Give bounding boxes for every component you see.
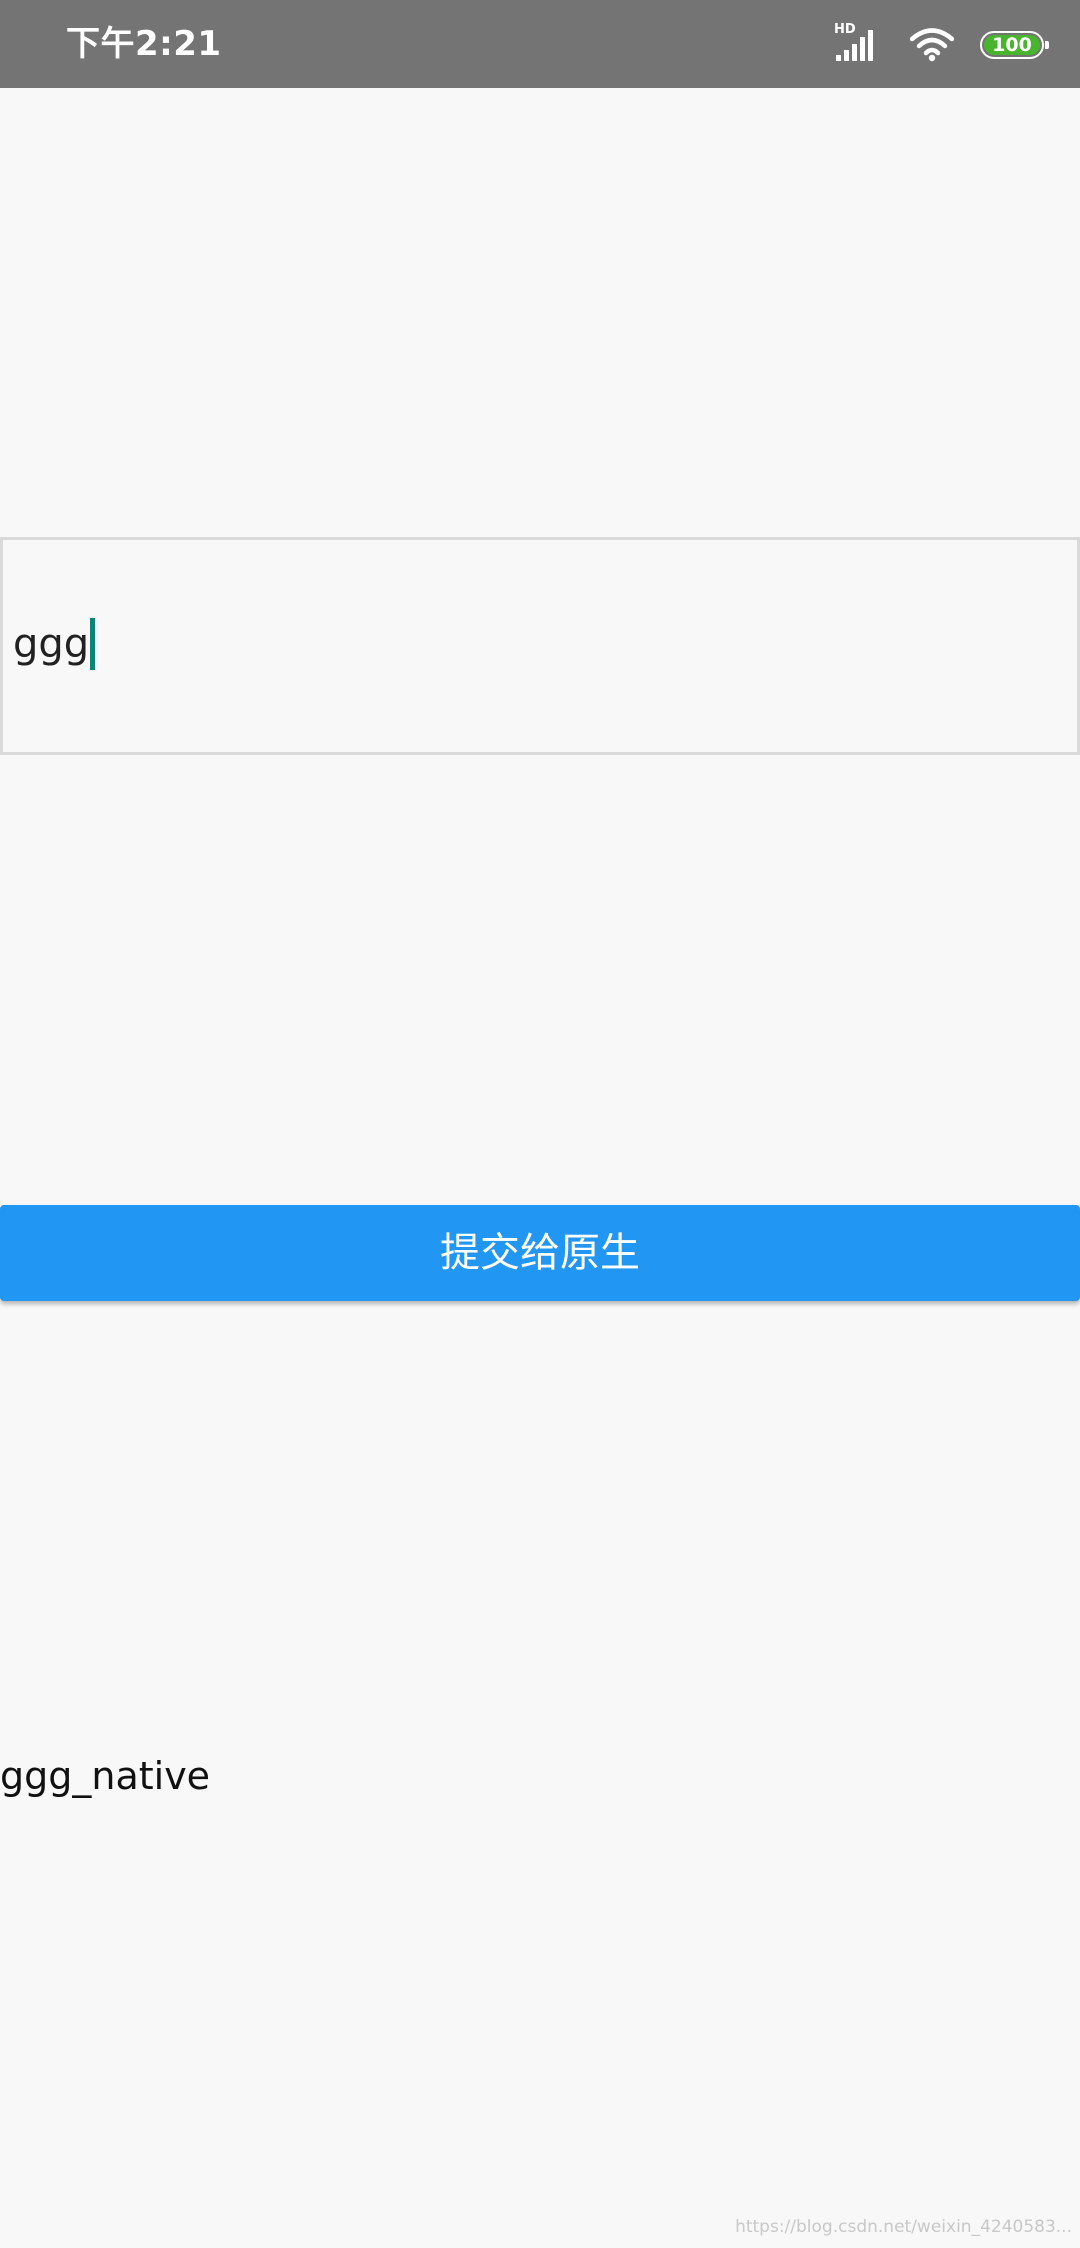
- watermark: https://blog.csdn.net/weixin_4240583...: [735, 2217, 1072, 2237]
- status-bar: 下午2:21 HD 100: [0, 0, 1080, 88]
- status-time: 下午2:21: [66, 24, 222, 64]
- battery-tip: [1045, 41, 1049, 49]
- signal-icon: HD: [834, 23, 880, 63]
- native-result-text: ggg_native: [0, 1754, 211, 1798]
- submit-to-native-button[interactable]: 提交给原生: [0, 1205, 1080, 1301]
- battery-level: 100: [984, 35, 1040, 55]
- text-input-field[interactable]: ggg: [0, 537, 1080, 755]
- text-input-value-wrap: ggg: [13, 618, 96, 670]
- text-cursor: [90, 618, 96, 670]
- app-screen: 下午2:21 HD 100 ggg 提交给原生 ggg_native https…: [0, 0, 1080, 2248]
- text-input-value: ggg: [13, 621, 90, 667]
- hd-label: HD: [834, 22, 856, 37]
- battery-icon: 100: [980, 31, 1049, 59]
- status-icons: HD 100: [834, 23, 1049, 64]
- wifi-icon: [910, 28, 954, 62]
